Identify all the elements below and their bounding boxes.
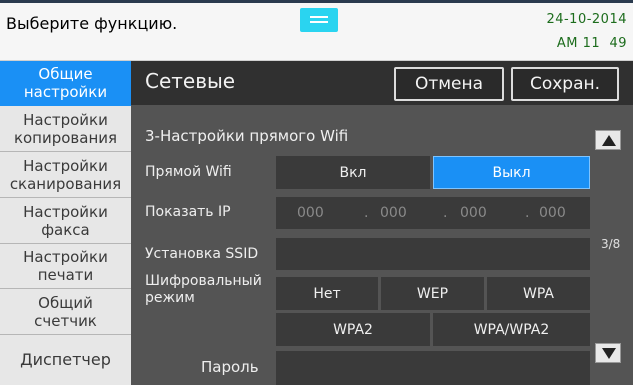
encryption-wep-button[interactable]: WEP xyxy=(381,277,484,310)
sidebar-item-label: настройки xyxy=(23,83,108,101)
page-title: Сетевые xyxy=(145,69,236,93)
ip-octet-4: 000 xyxy=(539,205,566,221)
sidebar-item-label: печати xyxy=(37,266,94,284)
sidebar-item-label: Общий xyxy=(38,293,93,312)
page-counter: 3/8 xyxy=(601,237,621,251)
encryption-mode-label: Шифровальный режим xyxy=(145,273,262,307)
direct-wifi-label: Прямой Wifi xyxy=(145,164,232,180)
sidebar-item-label: Настройки xyxy=(23,248,108,266)
sidebar-item-label: факса xyxy=(41,220,90,239)
triangle-down-icon xyxy=(602,348,616,359)
hamburger-icon[interactable] xyxy=(300,8,338,32)
control-panel-screen: Выберите функцию. 24-10-2014 AM 11 49 Об… xyxy=(0,0,633,385)
panel-header: Сетевые Отмена Сохран. xyxy=(131,61,633,105)
sidebar-item-job-manager[interactable]: Диспетчер xyxy=(0,335,131,385)
ssid-input[interactable] xyxy=(276,238,590,270)
time-display: AM 11 49 xyxy=(556,36,627,51)
scroll-up-button[interactable] xyxy=(595,130,621,150)
sidebar-item-scan-settings[interactable]: Настройки сканирования xyxy=(0,152,131,198)
settings-panel: Сетевые Отмена Сохран. 3-Настройки прямо… xyxy=(131,61,633,385)
sidebar-item-print-settings[interactable]: Настройки печати xyxy=(0,244,131,289)
ip-separator: . xyxy=(364,205,369,221)
sidebar-item-fax-settings[interactable]: Настройки факса xyxy=(0,198,131,244)
sidebar-item-label: Диспетчер xyxy=(20,350,111,369)
password-label: Пароль xyxy=(201,358,259,376)
hamburger-line xyxy=(310,16,328,18)
show-ip-label: Показать IP xyxy=(145,204,231,220)
sidebar-item-label: Настройки xyxy=(23,110,108,129)
password-input[interactable] xyxy=(276,351,590,385)
encryption-wpa-button[interactable]: WPA xyxy=(487,277,590,310)
date-display: 24-10-2014 xyxy=(546,12,627,27)
top-accent-stripe xyxy=(0,0,633,3)
sidebar-item-label: счетчик xyxy=(34,311,97,330)
ip-octet-1: 000 xyxy=(297,205,324,221)
hamburger-line xyxy=(310,21,328,23)
sidebar-item-label: копирования xyxy=(13,128,118,147)
encryption-label-line: Шифровальный xyxy=(145,273,262,289)
ip-address-field[interactable]: 000 . 000 . 000 . 000 xyxy=(276,197,590,229)
encryption-label-line: режим xyxy=(145,290,195,306)
ip-separator: . xyxy=(443,205,448,221)
ip-octet-2: 000 xyxy=(380,205,407,221)
sidebar-item-label: Общие xyxy=(38,65,93,83)
status-bar: Выберите функцию. 24-10-2014 AM 11 49 xyxy=(0,0,633,61)
section-title: 3-Настройки прямого Wifi xyxy=(145,127,349,145)
ssid-label: Установка SSID xyxy=(145,246,259,262)
ip-octet-3: 000 xyxy=(460,205,487,221)
status-message: Выберите функцию. xyxy=(6,14,178,33)
triangle-up-icon xyxy=(602,135,616,146)
cancel-button[interactable]: Отмена xyxy=(394,67,504,101)
save-button[interactable]: Сохран. xyxy=(511,67,619,101)
scroll-down-button[interactable] xyxy=(595,343,621,363)
sidebar-item-general-settings[interactable]: Общие настройки xyxy=(0,61,131,106)
direct-wifi-on-button[interactable]: Вкл xyxy=(276,156,430,189)
direct-wifi-off-button[interactable]: Выкл xyxy=(433,156,590,189)
sidebar-item-copy-settings[interactable]: Настройки копирования xyxy=(0,106,131,152)
encryption-none-button[interactable]: Нет xyxy=(276,277,378,310)
ip-separator: . xyxy=(525,205,530,221)
sidebar-item-label: Настройки xyxy=(23,202,108,221)
encryption-wpa2-button[interactable]: WPA2 xyxy=(276,313,430,346)
sidebar: Общие настройки Настройки копирования Наст… xyxy=(0,61,131,385)
sidebar-item-counter[interactable]: Общий счетчик xyxy=(0,289,131,335)
encryption-wpa-wpa2-button[interactable]: WPA/WPA2 xyxy=(433,313,590,346)
sidebar-item-label: Настройки xyxy=(23,156,108,175)
sidebar-item-label: сканирования xyxy=(9,174,122,193)
